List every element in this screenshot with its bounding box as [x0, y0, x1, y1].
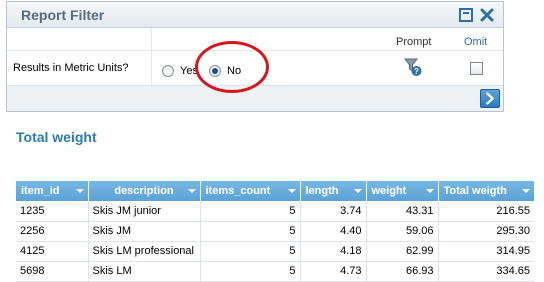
chevron-down-icon[interactable] [425, 189, 434, 193]
column-header-label: Total weigth [443, 185, 507, 197]
close-icon[interactable] [480, 8, 494, 22]
table-row: 5698 Skis LM 5 4.73 66.93 334.65 [16, 261, 534, 282]
cell-total-weight: 314.95 [438, 241, 534, 262]
cell-item-id: 2256 [16, 221, 89, 242]
chevron-down-icon[interactable] [353, 189, 362, 193]
report-title: Total weight [16, 129, 97, 145]
filter-label: Results in Metric Units? [13, 62, 129, 74]
cell-items-count: 5 [200, 201, 301, 222]
column-header-omit[interactable]: Omit [464, 36, 487, 48]
panel-title: Report Filter [21, 7, 105, 23]
cell-total-weight: 216.55 [438, 201, 534, 222]
cell-length: 4.18 [300, 241, 367, 262]
column-header-total-weight[interactable]: Total weigth [438, 181, 535, 201]
cell-total-weight: 334.65 [438, 261, 534, 282]
column-header-item-id[interactable]: item_id [16, 181, 89, 201]
cell-weight: 66.93 [366, 261, 439, 282]
column-header-weight[interactable]: weight [366, 181, 439, 201]
cell-item-id: 4125 [16, 241, 89, 262]
cell-weight: 59.06 [366, 221, 439, 242]
column-header-label: weight [371, 185, 407, 197]
cell-description: Skis JM [88, 221, 201, 242]
column-header-label: items_count [205, 185, 271, 197]
column-header-label: item_id [21, 185, 60, 197]
chevron-down-icon[interactable] [521, 189, 530, 193]
cell-weight: 43.31 [366, 201, 439, 222]
funnel-question-icon[interactable]: ? [404, 57, 422, 77]
table-header-row: item_id description items_count length w… [16, 181, 535, 201]
cell-length: 3.74 [300, 201, 367, 222]
column-header-length[interactable]: length [300, 181, 367, 201]
table-row: 1235 Skis JM junior 5 3.74 43.31 216.55 [16, 201, 534, 222]
svg-text:?: ? [414, 67, 419, 76]
column-header-prompt: Prompt [396, 36, 432, 48]
table-row: 2256 Skis JM 5 4.40 59.06 295.30 [16, 221, 534, 242]
chevron-down-icon[interactable] [75, 189, 84, 193]
minimize-icon[interactable] [459, 8, 473, 22]
panel-header: Report Filter [7, 2, 503, 28]
cell-description: Skis LM professional [88, 241, 201, 262]
column-header-label: description [114, 185, 174, 197]
table-row: 4125 Skis LM professional 5 4.18 62.99 3… [16, 241, 534, 262]
cell-length: 4.73 [300, 261, 367, 282]
column-header-label: length [305, 185, 339, 197]
cell-length: 4.40 [300, 221, 367, 242]
cell-item-id: 1235 [16, 201, 89, 222]
cell-items-count: 5 [200, 241, 301, 262]
column-header-items-count[interactable]: items_count [200, 181, 301, 201]
cell-items-count: 5 [200, 261, 301, 282]
panel-footer [7, 86, 503, 111]
results-table: item_id description items_count length w… [16, 181, 535, 282]
chevron-down-icon[interactable] [187, 189, 196, 193]
cell-total-weight: 295.30 [438, 221, 534, 242]
cell-weight: 62.99 [366, 241, 439, 262]
arrow-right-icon[interactable] [480, 89, 500, 108]
radio-yes[interactable] [162, 65, 174, 77]
column-header-description[interactable]: description [88, 181, 201, 201]
cell-description: Skis LM [88, 261, 201, 282]
red-highlight-ellipse [195, 41, 269, 93]
omit-checkbox[interactable] [470, 62, 483, 75]
cell-description: Skis JM junior [88, 201, 201, 222]
chevron-down-icon[interactable] [287, 189, 296, 193]
cell-items-count: 5 [200, 221, 301, 242]
cell-item-id: 5698 [16, 261, 89, 282]
